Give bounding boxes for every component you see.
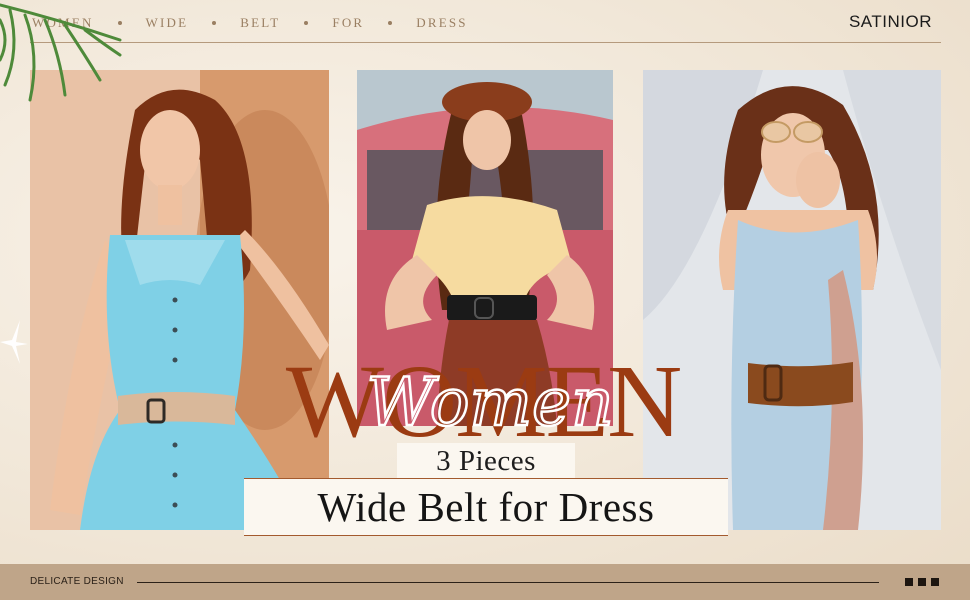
nav-word-3: BELT bbox=[240, 15, 281, 30]
product-title: Wide Belt for Dress bbox=[317, 484, 655, 530]
footer-label: DELICATE DESIGN bbox=[30, 576, 124, 587]
photo-model-blue-dress bbox=[30, 70, 329, 530]
nav-word-4: FOR bbox=[332, 15, 365, 30]
pieces-label-box: 3 Pieces bbox=[397, 443, 575, 479]
nav-word-2: WIDE bbox=[145, 15, 189, 30]
brand-logo: SATINIOR bbox=[848, 12, 932, 31]
svg-text:Women: Women bbox=[366, 364, 613, 441]
pieces-label: 3 Pieces bbox=[436, 444, 536, 477]
nav-dot bbox=[212, 21, 217, 25]
photo-model-sunglasses bbox=[643, 70, 941, 530]
sparkle-icon bbox=[0, 320, 28, 364]
nav-word-5: DRESS bbox=[416, 15, 468, 30]
nav-dot bbox=[304, 21, 309, 25]
footer-divider bbox=[137, 582, 879, 583]
header-divider bbox=[30, 42, 941, 43]
footer-squares-icon bbox=[905, 578, 939, 586]
product-title-box: Wide Belt for Dress bbox=[244, 478, 728, 536]
nav-dot bbox=[388, 21, 393, 25]
footer-bar: DELICATE DESIGN bbox=[0, 564, 970, 600]
hero-script-title: Women bbox=[365, 363, 615, 443]
palm-leaf-decoration bbox=[0, 3, 122, 102]
